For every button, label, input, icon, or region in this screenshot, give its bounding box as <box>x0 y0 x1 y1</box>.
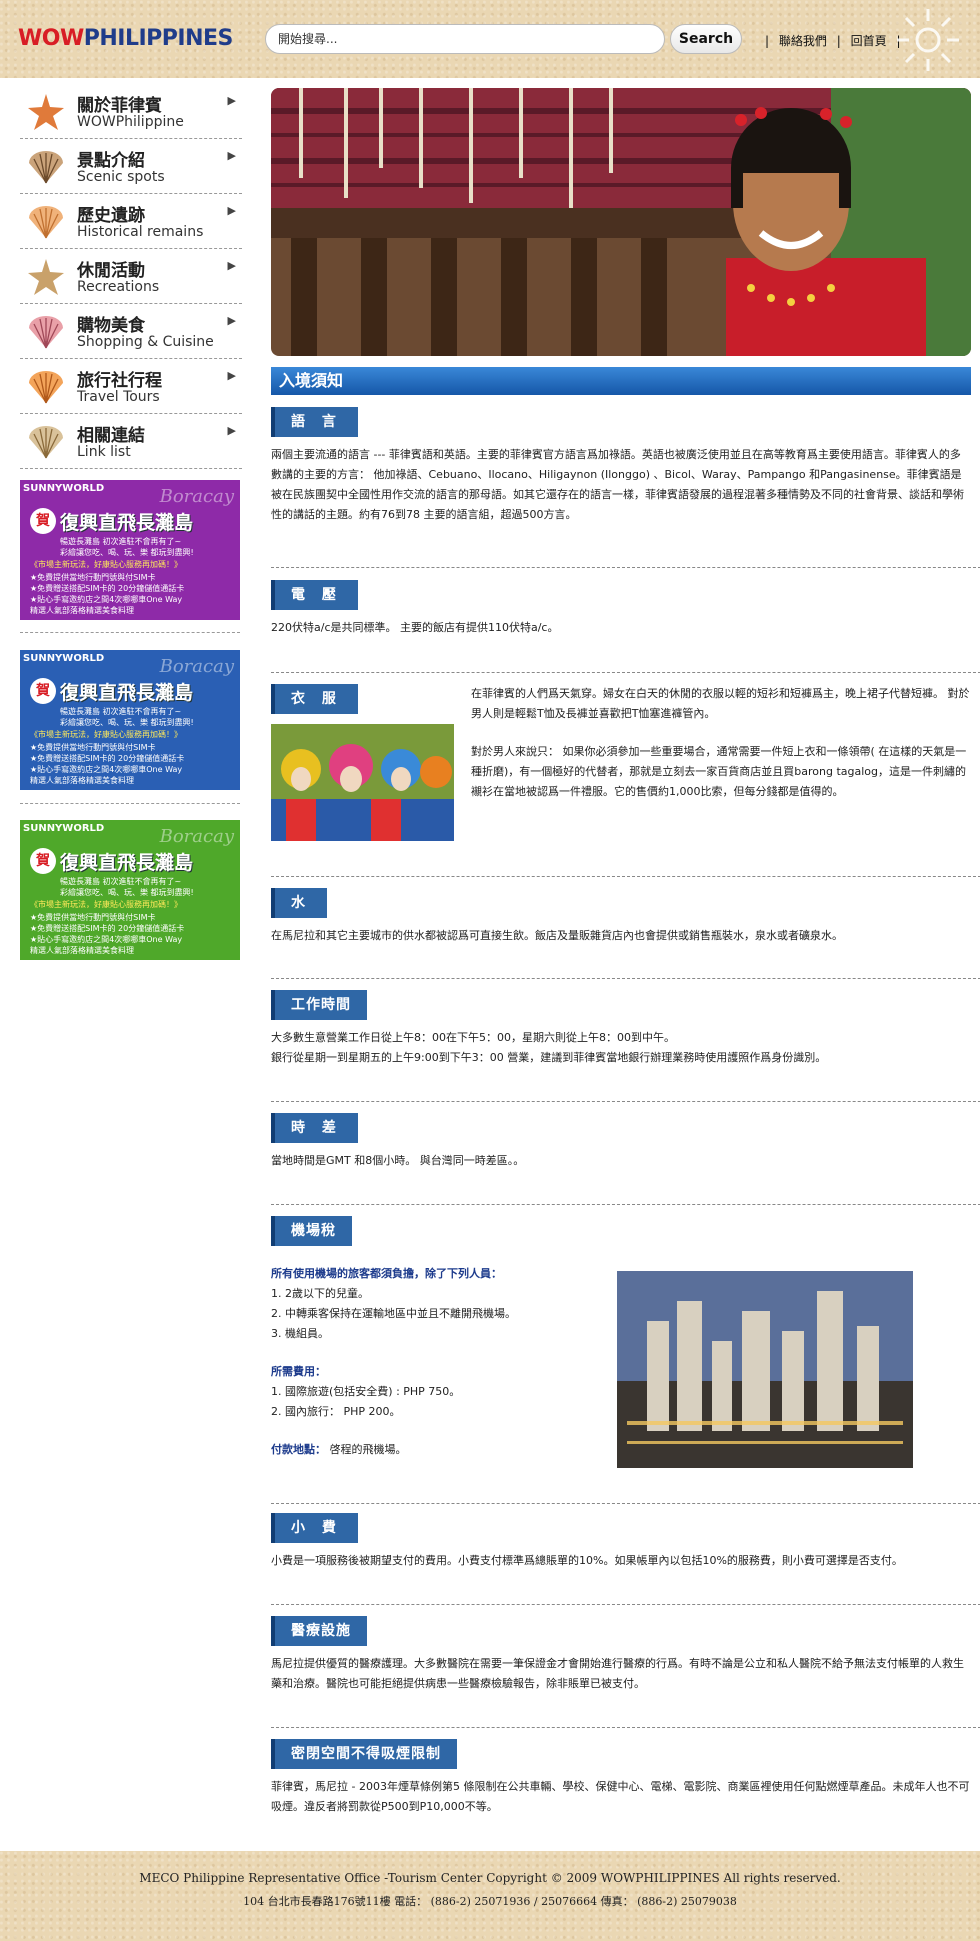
top-links-separator: | <box>765 34 770 48</box>
divider <box>271 1204 980 1205</box>
search-button[interactable]: Search <box>670 24 742 54</box>
section-hours: 工作時間 大多數生意營業工作日從上午8：00在下午5：00，星期六則從上午8：0… <box>271 990 980 1068</box>
city-skyline-image <box>617 1271 913 1468</box>
divider <box>271 1101 980 1102</box>
chevron-right-icon: ▶ <box>227 314 236 327</box>
section-text: 銀行從星期一到星期五的上午9:00到下午3：00 營業，建議到菲律賓當地銀行辦理… <box>271 1051 827 1064</box>
footer-copyright: MECO Philippine Representative Office -T… <box>139 1871 841 1885</box>
chevron-right-icon: ▶ <box>227 369 236 382</box>
chevron-right-icon: ▶ <box>227 94 236 107</box>
divider <box>20 803 240 804</box>
shell-icon <box>29 316 63 349</box>
top-links: | 聯絡我們 | 回首頁 | <box>762 32 903 49</box>
section-tag: 小 費 <box>271 1513 358 1543</box>
divider <box>271 672 980 673</box>
divider <box>20 632 240 633</box>
sidebar-item-tours[interactable]: 旅行社行程 Travel Tours ▶ <box>20 359 242 414</box>
divider <box>271 1727 980 1728</box>
search-input[interactable]: 開始搜尋... <box>265 24 665 54</box>
site-header: WOWPHILIPPINES 開始搜尋... Search | 聯絡我們 | 回… <box>0 0 980 78</box>
section-tag: 語 言 <box>271 407 358 437</box>
section-voltage: 電 壓 220伏特a/c是共同標準。 主要的飯店有提供110伏特a/c。 <box>271 580 980 638</box>
home-link[interactable]: 回首頁 <box>848 34 890 48</box>
shell-icon <box>29 151 63 184</box>
site-logo[interactable]: WOWPHILIPPINES <box>18 26 233 51</box>
section-text: 在菲律賓的人們爲天氣穿。婦女在白天的休閒的衣服以輕的短衫和短褲爲主，晚上裙子代替… <box>471 687 970 720</box>
section-tag: 時 差 <box>271 1113 358 1143</box>
section-tag: 機場稅 <box>271 1216 352 1246</box>
section-airport-tax: 機場稅 所有使用機場的旅客都須負擔，除了下列人員： 1. 2歲以下的兒童。 2.… <box>271 1216 980 1468</box>
section-text: 小費是一項服務後被期望支付的費用。小費支付標準爲總賬單的10%。如果帳單內以包括… <box>271 1554 903 1567</box>
divider <box>271 1503 980 1504</box>
site-footer: MECO Philippine Representative Office -T… <box>0 1851 980 1941</box>
section-language: 語 言 兩個主要流通的語言 --- 菲律賓語和英語。主要的菲律賓官方語言爲加祿語… <box>271 407 980 525</box>
hero-image <box>271 88 971 356</box>
chevron-right-icon: ▶ <box>227 149 236 162</box>
section-text: 在馬尼拉和其它主要城市的供水都被認爲可直接生飲。飯店及量販雜貨店內也會提供或銷售… <box>271 929 843 942</box>
section-text: 當地時間是GMT 和8個小時。 與台灣同一時差區。。 <box>271 1154 525 1167</box>
list-item: 2. 中轉乘客保持在運輸地區中並且不離開飛機場。 <box>271 1307 516 1320</box>
promo-banner[interactable]: SUNNYWORLD Boracay 賀復興直飛長灘島 暢遊長灘島 初次進駐不會再… <box>20 820 240 960</box>
sidebar-nav: 關於菲律賓 WOWPhilippine ▶ 景點介紹 Scenic spots ▶ 歷史… <box>20 84 242 469</box>
section-text: 馬尼拉提供優質的醫療護理。大多數醫院在需要一筆保證金才會開始進行醫療的行爲。有時… <box>271 1657 964 1690</box>
sidebar-item-shopping[interactable]: 購物美食 Shopping & Cuisine ▶ <box>20 304 242 359</box>
divider <box>271 567 980 568</box>
section-text: 兩個主要流通的語言 --- 菲律賓語和英語。主要的菲律賓官方語言爲加祿語。英語也… <box>271 448 964 521</box>
section-tag: 工作時間 <box>271 990 367 1020</box>
list-item: 3. 機組員。 <box>271 1327 329 1340</box>
section-smoking: 密閉空間不得吸煙限制 菲律賓，馬尼拉 - 2003年煙草條例第5 條限制在公共車… <box>271 1739 980 1817</box>
page-title: 入境須知 <box>271 367 971 395</box>
section-timezone: 時 差 當地時間是GMT 和8個小時。 與台灣同一時差區。。 <box>271 1113 980 1171</box>
section-tipping: 小 費 小費是一項服務後被期望支付的費用。小費支付標準爲總賬單的10%。如果帳單… <box>271 1513 980 1571</box>
scallop-icon <box>29 206 63 239</box>
top-links-separator: | <box>836 34 841 48</box>
sidebar-item-about[interactable]: 關於菲律賓 WOWPhilippine ▶ <box>20 84 242 139</box>
shell-icon <box>29 426 63 459</box>
section-text: 菲律賓，馬尼拉 - 2003年煙草條例第5 條限制在公共車輛、學校、保健中心、電… <box>271 1780 970 1813</box>
section-tag: 水 <box>271 888 327 918</box>
starfish-icon <box>28 94 64 130</box>
sidebar-item-historical[interactable]: 歷史遺跡 Historical remains ▶ <box>20 194 242 249</box>
section-text: 220伏特a/c是共同標準。 主要的飯店有提供110伏特a/c。 <box>271 621 559 634</box>
section-text: 大多數生意營業工作日從上午8：00在下午5：00，星期六則從上午8：00到中午。 <box>271 1031 675 1044</box>
section-tag: 密閉空間不得吸煙限制 <box>271 1739 457 1769</box>
chevron-right-icon: ▶ <box>227 204 236 217</box>
payment-heading: 付款地點： <box>271 1443 326 1456</box>
section-clothing: 衣 服 在菲律賓的人們爲天氣穿。婦女在白天的休閒的衣服以輕的短衫和短褲爲主，晚上… <box>271 684 980 841</box>
contact-us-link[interactable]: 聯絡我們 <box>776 34 830 48</box>
list-item: 2. 國內旅行： PHP 200。 <box>271 1405 401 1418</box>
sidebar-item-scenic[interactable]: 景點介紹 Scenic spots ▶ <box>20 139 242 194</box>
divider <box>271 1604 980 1605</box>
sidebar-item-links[interactable]: 相關連結 Link list ▶ <box>20 414 242 469</box>
sidebar-item-recreations[interactable]: 休閒活動 Recreations ▶ <box>20 249 242 304</box>
divider <box>271 876 980 877</box>
promo-banner[interactable]: SUNNYWORLD Boracay 賀復興直飛長灘島 暢遊長灘島 初次進駐不會再… <box>20 480 240 620</box>
scallop-icon <box>29 371 63 404</box>
tax-heading: 所有使用機場的旅客都須負擔，除了下列人員： <box>271 1267 502 1280</box>
promo-banner[interactable]: SUNNYWORLD Boracay 賀復興直飛長灘島 暢遊長灘島 初次進駐不會再… <box>20 650 240 790</box>
section-tag: 衣 服 <box>271 684 358 714</box>
list-item: 1. 2歲以下的兒童。 <box>271 1287 369 1300</box>
divider <box>271 978 980 979</box>
section-water: 水 在馬尼拉和其它主要城市的供水都被認爲可直接生飲。飯店及量販雜貨店內也會提供或… <box>271 888 980 946</box>
section-text: 對於男人來說只： 如果你必須參加一些重要場合，通常需要一件短上衣和一條領帶( 在… <box>471 745 967 798</box>
festival-image <box>271 724 454 841</box>
fee-heading: 所需費用： <box>271 1365 326 1378</box>
list-item: 1. 國際旅遊(包括安全費) : PHP 750。 <box>271 1385 461 1398</box>
section-tag: 醫療設施 <box>271 1616 367 1646</box>
sun-icon <box>897 9 959 71</box>
section-tag: 電 壓 <box>271 580 358 610</box>
chevron-right-icon: ▶ <box>227 424 236 437</box>
starfish-icon <box>28 259 64 295</box>
payment-text: 啓程的飛機場。 <box>329 1443 407 1456</box>
chevron-right-icon: ▶ <box>227 259 236 272</box>
footer-address: 104 台北市長春路176號11樓 電話： (886-2) 25071936 /… <box>243 1895 737 1908</box>
section-medical: 醫療設施 馬尼拉提供優質的醫療護理。大多數醫院在需要一筆保證金才會開始進行醫療的… <box>271 1616 980 1694</box>
